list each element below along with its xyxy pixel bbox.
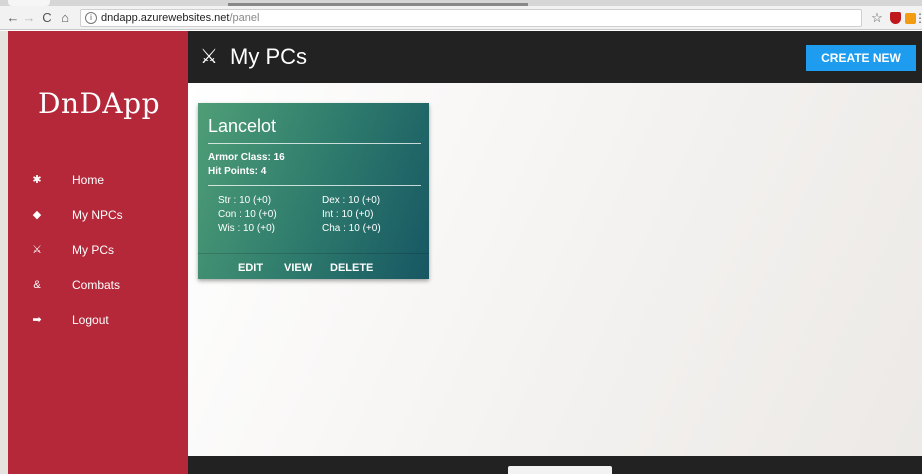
sidebar-item-label: Home [72,173,105,187]
stat-wis: Wis : 10 (+0) [218,223,275,234]
browser-menu-icon[interactable]: ⋮ [914,10,922,26]
footer-bar [188,456,922,474]
stat-cha: Cha : 10 (+0) [322,223,381,234]
browser-toolbar: ← → C ⌂ i dndapp.azurewebsites.net/panel… [0,6,922,30]
stat-str: Str : 10 (+0) [218,195,272,206]
hit-points: Hit Points: 4 [208,166,267,177]
sidebar-item-my-npcs[interactable]: ◆ My NPCs [8,198,188,232]
armor-class: Armor Class: 16 [208,152,285,163]
footer-tab[interactable] [508,466,612,474]
card-divider [208,185,421,186]
sword-icon: ⚔ [200,46,218,68]
forward-arrow-icon[interactable]: → [22,10,36,26]
stat-int: Int : 10 (+0) [322,209,374,220]
card-divider [208,143,421,144]
sword-icon: ⚔ [32,244,42,256]
sidebar-item-logout[interactable]: ➡ Logout [8,303,188,337]
sidebar-item-label: Combats [72,278,121,292]
stat-dex: Dex : 10 (+0) [322,195,381,206]
pc-name: Lancelot [208,116,277,136]
page-title: My PCs [230,44,307,69]
edit-button[interactable]: EDIT [238,262,263,274]
sidebar-item-combats[interactable]: & Combats [8,268,188,302]
url-path: /panel [229,12,260,24]
left-gutter [0,31,8,474]
pc-card: Lancelot Armor Class: 16 Hit Points: 4 S… [198,103,429,279]
ublock-extension-icon[interactable] [888,10,902,26]
info-icon[interactable]: i [85,12,97,24]
url-host: dndapp.azurewebsites.net [101,12,230,24]
sidebar-item-label: My PCs [72,243,114,257]
main-content: Lancelot Armor Class: 16 Hit Points: 4 S… [188,83,922,456]
back-arrow-icon[interactable]: ← [6,10,20,26]
sidebar-item-home[interactable]: ✱ Home [8,163,188,197]
home-button-icon[interactable]: ⌂ [58,10,72,26]
delete-button[interactable]: DELETE [330,262,373,274]
home-icon: ✱ [32,174,42,186]
app-logo[interactable]: DnDApp [38,87,160,120]
logout-icon: ➡ [32,314,42,326]
sidebar-item-my-pcs[interactable]: ⚔ My PCs [8,233,188,267]
shield-icon: ◆ [32,209,42,221]
stat-con: Con : 10 (+0) [218,209,277,220]
sidebar-item-label: My NPCs [72,208,123,222]
page-header: ⚔ My PCs CREATE NEW [188,31,922,83]
reload-icon[interactable]: C [40,10,54,26]
bookmark-star-icon[interactable]: ☆ [870,10,884,26]
view-button[interactable]: VIEW [284,262,312,274]
sidebar-item-label: Logout [72,313,109,327]
address-bar[interactable]: i dndapp.azurewebsites.net/panel [80,9,862,27]
sidebar: DnDApp ✱ Home ◆ My NPCs ⚔ My PCs & Comba… [8,31,188,474]
create-new-button[interactable]: CREATE NEW [806,45,916,71]
card-actions: EDIT VIEW DELETE [198,253,429,279]
combat-icon: & [33,279,41,291]
